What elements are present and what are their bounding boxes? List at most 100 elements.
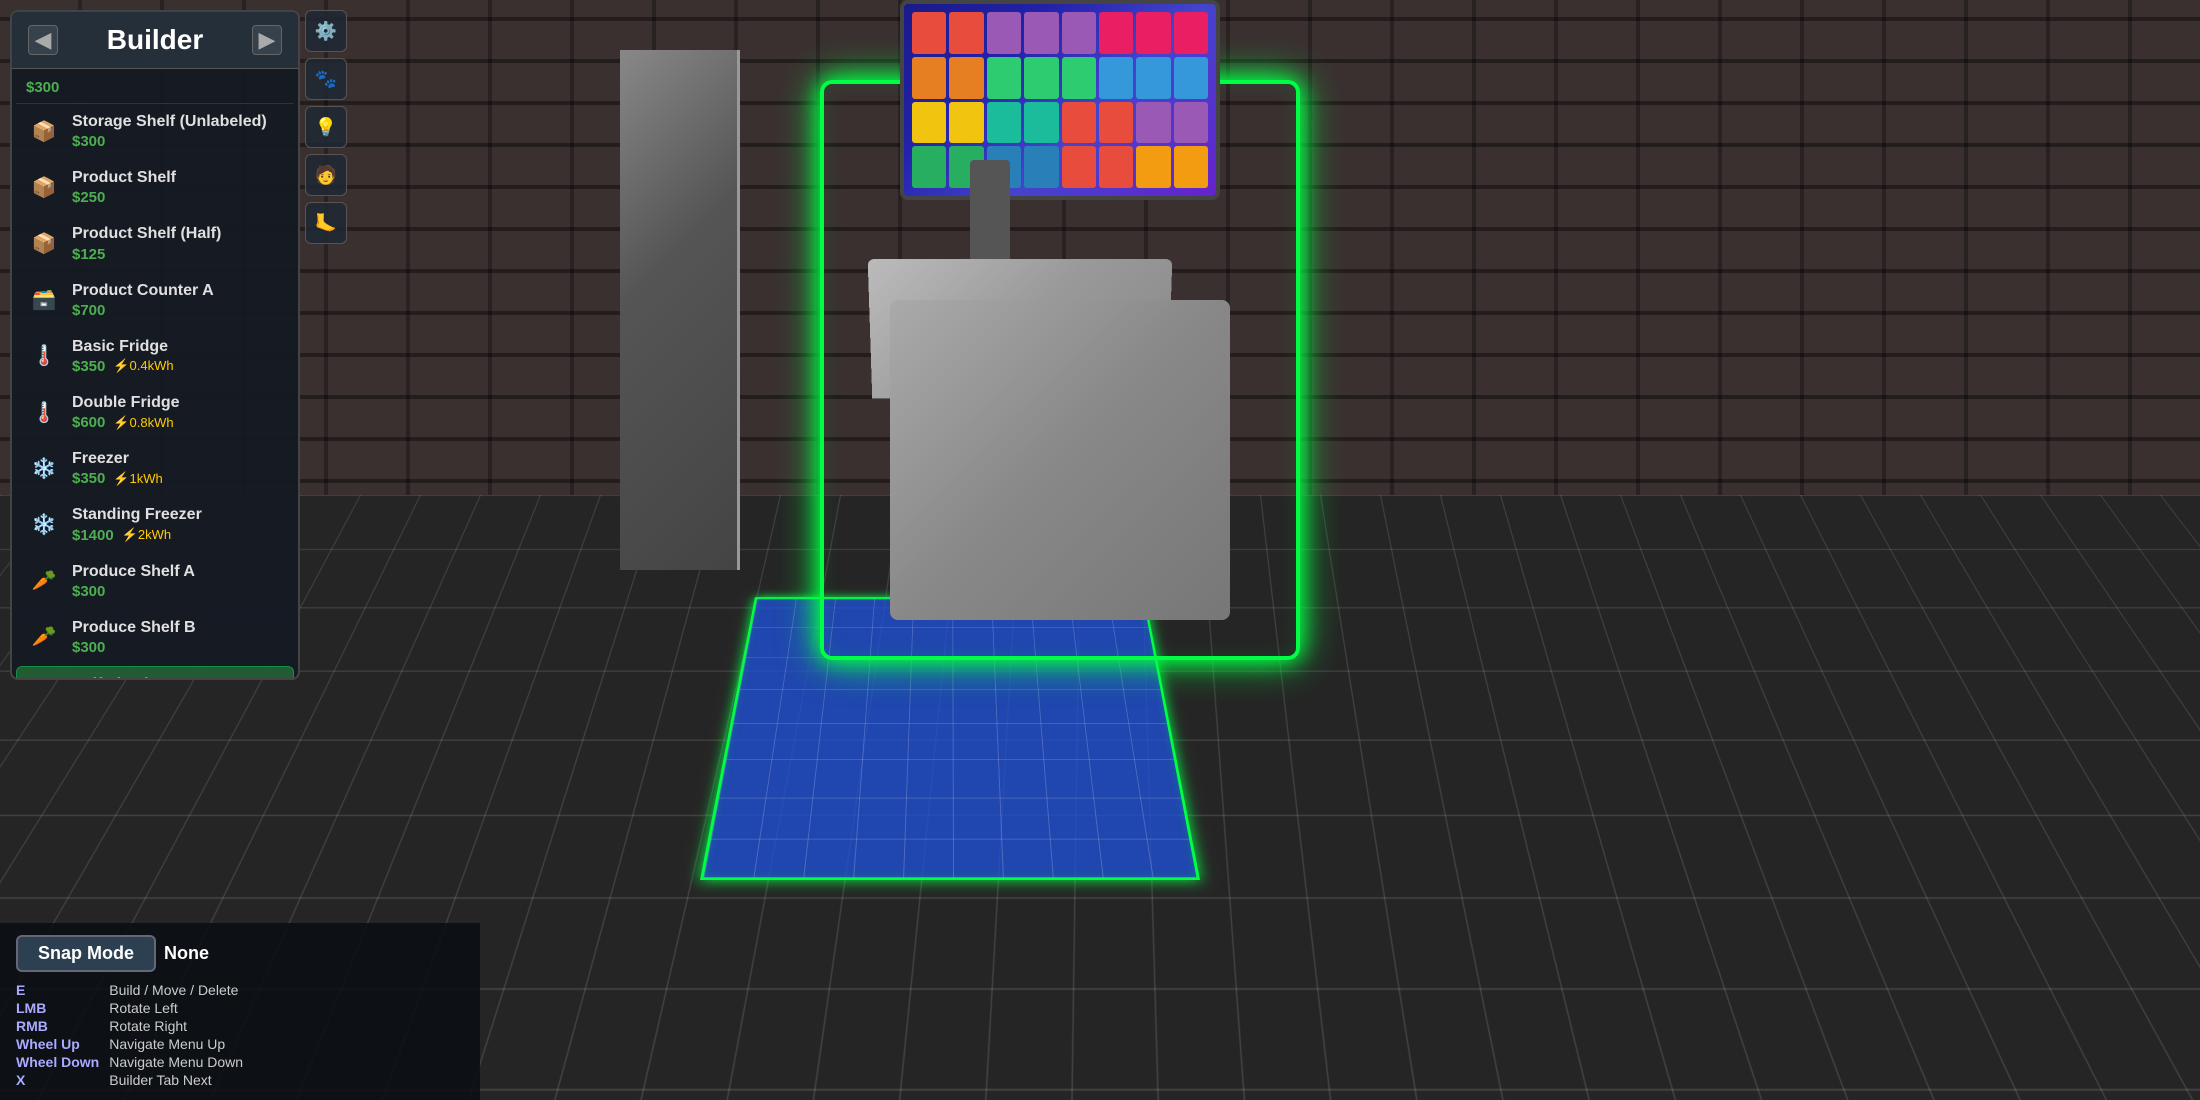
- side-icon-2[interactable]: 💡: [305, 106, 347, 148]
- item-price-row-storage-shelf-unlabeled: $300: [72, 133, 284, 150]
- builder-item-product-shelf-half[interactable]: 📦 Product Shelf (Half) $125: [16, 216, 294, 270]
- builder-item-standing-freezer[interactable]: ❄️ Standing Freezer $1400 ⚡2kWh: [16, 497, 294, 551]
- item-icon-self-checkout: 💲: [27, 676, 63, 678]
- item-icon-product-counter-a: 🗃️: [26, 282, 62, 318]
- builder-item-self-checkout[interactable]: 💲 Self-checkout $2500 ⚡0.15kWh: [16, 666, 294, 678]
- item-price-product-shelf-half: $125: [72, 246, 105, 263]
- builder-prev-button[interactable]: ◀: [28, 25, 58, 55]
- bottom-controls-panel: Snap Mode None EBuild / Move / DeleteLMB…: [0, 923, 480, 1100]
- builder-item-double-fridge[interactable]: 🌡️ Double Fridge $600 ⚡0.8kWh: [16, 385, 294, 439]
- builder-next-button[interactable]: ▶: [252, 25, 282, 55]
- placement-grid: [700, 597, 1200, 880]
- item-name-product-shelf-half: Product Shelf (Half): [72, 224, 284, 243]
- item-name-product-counter-a: Product Counter A: [72, 281, 284, 300]
- builder-item-freezer[interactable]: ❄️ Freezer $350 ⚡1kWh: [16, 441, 294, 495]
- monitor-screen: [904, 4, 1216, 196]
- monitor-btn-21: [1099, 102, 1133, 144]
- item-icon-basic-fridge: 🌡️: [26, 338, 62, 374]
- builder-panel: ◀ Builder ▶ $300 📦 Storage Shelf (Unlabe…: [10, 10, 300, 680]
- item-icon-standing-freezer: ❄️: [26, 506, 62, 542]
- builder-item-scrolled[interactable]: $300: [16, 73, 294, 104]
- builder-item-produce-shelf-b[interactable]: 🥕 Produce Shelf B $300: [16, 610, 294, 664]
- snap-mode-row: Snap Mode None: [16, 935, 464, 972]
- monitor-btn-16: [912, 102, 946, 144]
- item-info-freezer: Freezer $350 ⚡1kWh: [72, 449, 284, 487]
- monitor-btn-20: [1062, 102, 1096, 144]
- item-price-freezer: $350: [72, 470, 105, 487]
- monitor-btn-2: [987, 12, 1021, 54]
- monitor-btn-9: [949, 57, 983, 99]
- control-desc-4: Navigate Menu Down: [109, 1054, 464, 1070]
- builder-title: Builder: [107, 24, 203, 56]
- side-toolbar: ⚙️ 🐾 💡 🧑 🦶: [305, 10, 355, 244]
- control-desc-0: Build / Move / Delete: [109, 982, 464, 998]
- item-name-double-fridge: Double Fridge: [72, 393, 284, 412]
- monitor-btn-10: [987, 57, 1021, 99]
- monitor-btn-24: [912, 146, 946, 188]
- item-icon-freezer: ❄️: [26, 450, 62, 486]
- builder-item-product-shelf[interactable]: 📦 Product Shelf $250: [16, 160, 294, 214]
- item-icon-storage-shelf-unlabeled: 📦: [26, 113, 62, 149]
- controls-reference: EBuild / Move / DeleteLMBRotate LeftRMBR…: [16, 982, 464, 1088]
- item-price-row-product-shelf-half: $125: [72, 246, 284, 263]
- monitor-btn-1: [949, 12, 983, 54]
- side-icon-4[interactable]: 🦶: [305, 202, 347, 244]
- item-info-product-counter-a: Product Counter A $700: [72, 281, 284, 319]
- monitor-btn-17: [949, 102, 983, 144]
- item-price-row-freezer: $350 ⚡1kWh: [72, 470, 284, 487]
- monitor-btn-19: [1024, 102, 1058, 144]
- item-info-produce-shelf-b: Produce Shelf B $300: [72, 618, 284, 656]
- side-icon-3[interactable]: 🧑: [305, 154, 347, 196]
- builder-header: ◀ Builder ▶: [12, 12, 298, 69]
- item-price-product-counter-a: $700: [72, 302, 105, 319]
- monitor-btn-6: [1136, 12, 1170, 54]
- control-key-2: RMB: [16, 1018, 99, 1034]
- item-info-double-fridge: Double Fridge $600 ⚡0.8kWh: [72, 393, 284, 431]
- monitor-btn-30: [1136, 146, 1170, 188]
- item-price-storage-shelf-unlabeled: $300: [72, 133, 105, 150]
- pillar: [620, 50, 740, 570]
- side-icon-0[interactable]: ⚙️: [305, 10, 347, 52]
- builder-item-product-counter-a[interactable]: 🗃️ Product Counter A $700: [16, 273, 294, 327]
- item-power-freezer: ⚡1kWh: [113, 471, 162, 487]
- item-icon-produce-shelf-a: 🥕: [26, 563, 62, 599]
- item-power-basic-fridge: ⚡0.4kWh: [113, 358, 173, 374]
- control-desc-2: Rotate Right: [109, 1018, 464, 1034]
- self-checkout-machine: [870, 100, 1250, 620]
- item-price-standing-freezer: $1400: [72, 527, 114, 544]
- item-name-produce-shelf-a: Produce Shelf A: [72, 562, 284, 581]
- monitor-btn-31: [1174, 146, 1208, 188]
- item-name-basic-fridge: Basic Fridge: [72, 337, 284, 356]
- monitor-btn-8: [912, 57, 946, 99]
- item-price-row-produce-shelf-a: $300: [72, 583, 284, 600]
- monitor-btn-5: [1099, 12, 1133, 54]
- item-info-product-shelf-half: Product Shelf (Half) $125: [72, 224, 284, 262]
- item-price-row-product-shelf: $250: [72, 189, 284, 206]
- control-key-3: Wheel Up: [16, 1036, 99, 1052]
- builder-item-storage-shelf-unlabeled[interactable]: 📦 Storage Shelf (Unlabeled) $300: [16, 104, 294, 158]
- monitor-btn-18: [987, 102, 1021, 144]
- control-key-0: E: [16, 982, 99, 998]
- builder-items-list: $300 📦 Storage Shelf (Unlabeled) $300 📦 …: [12, 69, 298, 678]
- snap-mode-button[interactable]: Snap Mode: [16, 935, 156, 972]
- monitor-btn-29: [1099, 146, 1133, 188]
- item-name-self-checkout: Self-checkout: [73, 675, 283, 678]
- builder-item-produce-shelf-a[interactable]: 🥕 Produce Shelf A $300: [16, 554, 294, 608]
- item-info-product-shelf: Product Shelf $250: [72, 168, 284, 206]
- item-price-row-product-counter-a: $700: [72, 302, 284, 319]
- item-name-storage-shelf-unlabeled: Storage Shelf (Unlabeled): [72, 112, 284, 131]
- monitor-btn-15: [1174, 57, 1208, 99]
- item-info-self-checkout: Self-checkout $2500 ⚡0.15kWh: [73, 675, 283, 678]
- item-name-freezer: Freezer: [72, 449, 284, 468]
- checkout-base: [890, 300, 1230, 620]
- monitor-btn-4: [1062, 12, 1096, 54]
- item-info-produce-shelf-a: Produce Shelf A $300: [72, 562, 284, 600]
- monitor-btn-14: [1136, 57, 1170, 99]
- item-name-product-shelf: Product Shelf: [72, 168, 284, 187]
- item-icon-product-shelf: 📦: [26, 169, 62, 205]
- item-price-row-standing-freezer: $1400 ⚡2kWh: [72, 527, 284, 544]
- item-price-double-fridge: $600: [72, 414, 105, 431]
- item-info-standing-freezer: Standing Freezer $1400 ⚡2kWh: [72, 505, 284, 543]
- builder-item-basic-fridge[interactable]: 🌡️ Basic Fridge $350 ⚡0.4kWh: [16, 329, 294, 383]
- side-icon-1[interactable]: 🐾: [305, 58, 347, 100]
